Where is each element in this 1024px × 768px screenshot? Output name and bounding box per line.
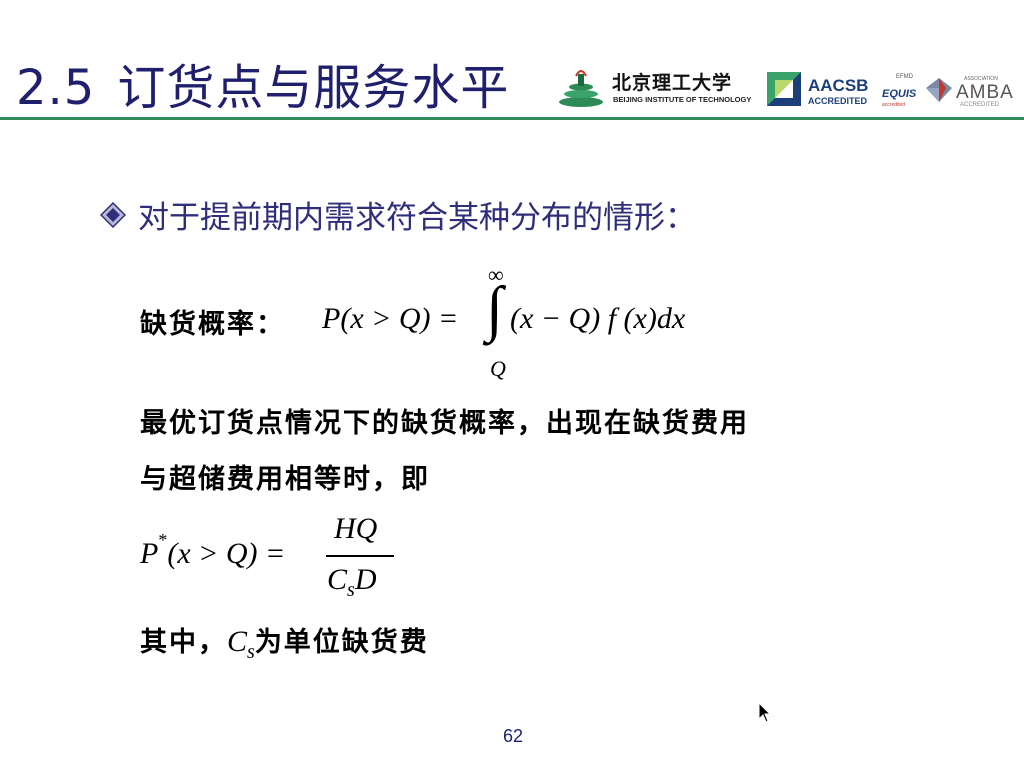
amba-logo-icon — [926, 78, 952, 102]
formula2-denom-d: D — [354, 563, 377, 596]
formula1-integrand-text: (x − Q) f (x)dx — [510, 302, 686, 335]
last-line-prefix: 其中， — [140, 627, 227, 658]
formula2-denom-s: s — [347, 579, 355, 601]
integral-lower-limit: Q — [490, 356, 506, 382]
diamond-bullet-icon — [100, 202, 126, 228]
last-line: 其中，Cs为单位缺货费 — [140, 620, 429, 664]
bit-emblem-icon — [559, 70, 603, 107]
aacsb-sub: ACCREDITED — [808, 96, 868, 106]
aacsb-logo-icon — [767, 72, 801, 106]
formula2-star: * — [158, 530, 168, 550]
equis-sub: accredited — [882, 102, 906, 108]
equis-text: EQUIS — [882, 88, 917, 100]
aacsb-text: AACSB — [808, 76, 869, 95]
integral-lower-limit-text: Q — [490, 356, 506, 381]
formula2-denom-c: C — [327, 563, 348, 596]
formula2-lhs: P*(x > Q) = — [140, 530, 286, 571]
slide-title: 2.5 订货点与服务水平 — [16, 48, 509, 118]
fraction-bar — [326, 555, 394, 557]
title-divider — [0, 117, 1024, 120]
last-line-symbol: Cs — [227, 625, 255, 663]
last-line-suffix: 为单位缺货费 — [254, 627, 429, 658]
formula2-rest: (x > Q) = — [167, 537, 286, 570]
explanation-line-1: 最优订货点情况下的缺货概率，出现在缺货费用 — [140, 408, 749, 439]
formula1-lhs-text: P(x > Q) = — [322, 302, 459, 335]
last-s-sub: s — [247, 641, 255, 663]
formula2-numerator: HQ — [334, 512, 377, 546]
amba-sub: ACCREDITED — [960, 102, 1000, 108]
last-c: C — [227, 625, 248, 658]
mouse-cursor-icon — [758, 702, 772, 723]
efmd-text: EFMD — [896, 74, 913, 80]
formula1-lhs: P(x > Q) = — [322, 302, 458, 336]
bit-name-en: BEIJING INSTITUTE OF TECHNOLOGY — [613, 95, 752, 104]
logo-strip: 北京理工大学 BEIJING INSTITUTE OF TECHNOLOGY A… — [556, 62, 1016, 112]
bullet-text: 对于提前期内需求符合某种分布的情形： — [138, 200, 696, 236]
integral-sign: ∫ — [486, 275, 503, 343]
formula2-numerator-text: HQ — [334, 512, 378, 545]
formula2-denom-s-text: s — [347, 579, 355, 601]
stockout-label: 缺货概率： — [140, 309, 285, 340]
title-text: 订货点与服务水平 — [117, 60, 510, 116]
formula2-p: P — [140, 537, 159, 570]
bit-name-cn: 北京理工大学 — [612, 72, 733, 94]
page-number: 62 — [503, 726, 524, 746]
last-s: s — [247, 641, 255, 663]
title-number: 2.5 — [16, 60, 96, 116]
amba-text: AMBA — [956, 82, 1014, 103]
formula2-denominator: CsD — [327, 563, 376, 602]
explanation-line-2: 与超储费用相等时，即 — [140, 464, 430, 495]
formula1-integrand: (x − Q) f (x)dx — [510, 302, 685, 336]
